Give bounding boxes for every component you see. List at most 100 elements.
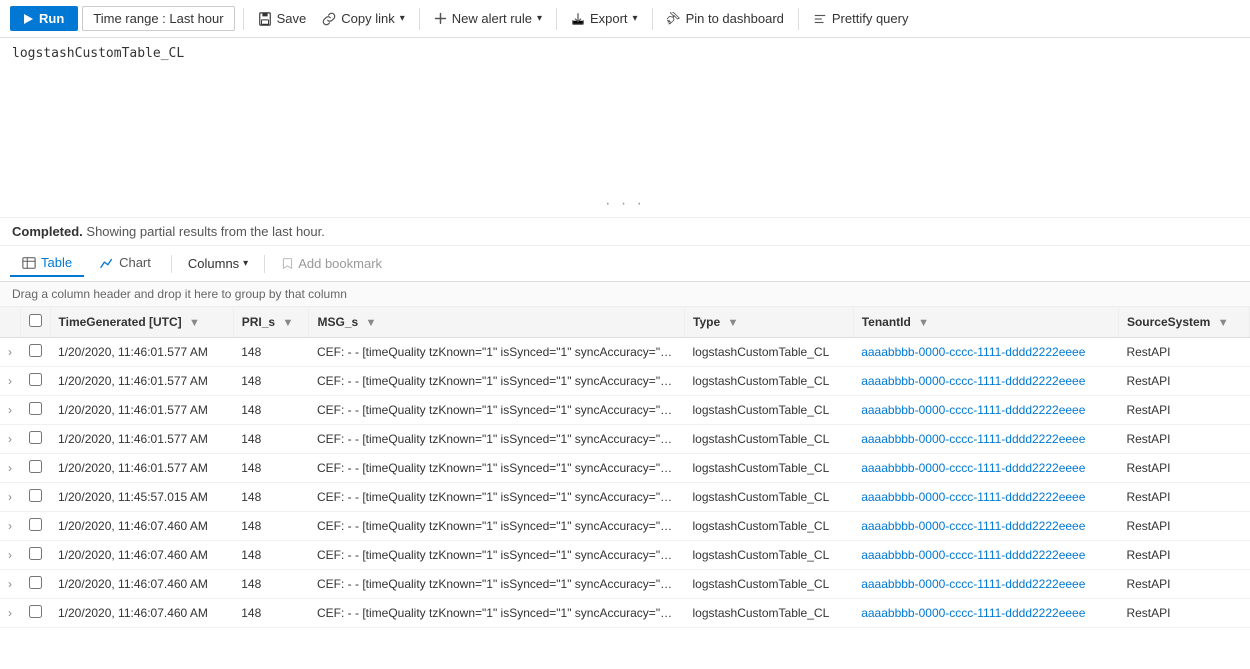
copy-link-button[interactable]: Copy link ▾ [316,7,411,30]
pin-icon [667,12,681,26]
row-expand-6[interactable]: › [0,512,20,541]
row-expand-9[interactable]: › [0,599,20,628]
col-type-filter-icon[interactable]: ▼ [727,317,738,329]
results-table: TimeGenerated [UTC] ▼ PRI_s ▼ MSG_s ▼ Ty… [0,307,1250,628]
row-expand-8[interactable]: › [0,570,20,599]
row-checkbox-8[interactable] [29,576,42,589]
row-msg-4: CEF: - - [timeQuality tzKnown="1" isSync… [309,454,685,483]
expand-btn-1[interactable]: › [8,374,12,388]
time-range-button[interactable]: Time range : Last hour [82,6,234,31]
row-msg-3: CEF: - - [timeQuality tzKnown="1" isSync… [309,425,685,454]
new-alert-chevron: ▾ [537,13,542,24]
chart-icon [100,256,114,270]
row-checkbox-5[interactable] [29,489,42,502]
tab-chart[interactable]: Chart [88,250,163,277]
col-source-filter-icon[interactable]: ▼ [1218,317,1229,329]
row-checkbox-1[interactable] [29,373,42,386]
row-tenant-4: aaaabbbb-0000-cccc-1111-dddd2222eeee [853,454,1118,483]
row-cb-5[interactable] [20,483,50,512]
prettify-query-button[interactable]: Prettify query [807,7,915,30]
row-expand-1[interactable]: › [0,367,20,396]
col-time-filter-icon[interactable]: ▼ [189,317,200,329]
row-cb-2[interactable] [20,396,50,425]
row-checkbox-7[interactable] [29,547,42,560]
expand-btn-7[interactable]: › [8,548,12,562]
prettify-label: Prettify query [832,11,909,26]
query-area[interactable]: logstashCustomTable_CL · · · [0,38,1250,218]
row-expand-0[interactable]: › [0,338,20,367]
row-cb-3[interactable] [20,425,50,454]
save-icon [258,12,272,26]
row-pri-5: 148 [233,483,309,512]
row-type-3: logstashCustomTable_CL [685,425,854,454]
run-button[interactable]: Run [10,6,78,31]
row-expand-4[interactable]: › [0,454,20,483]
export-label: Export [590,11,628,26]
query-text[interactable]: logstashCustomTable_CL [12,46,1238,61]
pin-dashboard-label: Pin to dashboard [686,11,784,26]
row-checkbox-4[interactable] [29,460,42,473]
row-checkbox-3[interactable] [29,431,42,444]
expand-btn-8[interactable]: › [8,577,12,591]
row-checkbox-2[interactable] [29,402,42,415]
row-cb-9[interactable] [20,599,50,628]
run-label: Run [39,11,64,26]
resize-handle[interactable]: · · · [605,195,645,213]
row-expand-3[interactable]: › [0,425,20,454]
expand-btn-3[interactable]: › [8,432,12,446]
pin-to-dashboard-button[interactable]: Pin to dashboard [661,7,790,30]
row-msg-2: CEF: - - [timeQuality tzKnown="1" isSync… [309,396,685,425]
tab-chart-label: Chart [119,255,151,270]
new-alert-button[interactable]: New alert rule ▾ [428,7,548,30]
link-icon [322,12,336,26]
add-bookmark-button[interactable]: Add bookmark [273,252,390,275]
col-msg-filter-icon[interactable]: ▼ [366,317,377,329]
row-msg-8: CEF: - - [timeQuality tzKnown="1" isSync… [309,570,685,599]
export-button[interactable]: Export ▾ [565,7,644,30]
row-msg-7: CEF: - - [timeQuality tzKnown="1" isSync… [309,541,685,570]
row-cb-4[interactable] [20,454,50,483]
save-button[interactable]: Save [252,7,313,30]
expand-btn-6[interactable]: › [8,519,12,533]
col-header-pri: PRI_s ▼ [233,307,309,338]
expand-btn-9[interactable]: › [8,606,12,620]
table-row: › 1/20/2020, 11:46:01.577 AM 148 CEF: - … [0,338,1250,367]
row-expand-5[interactable]: › [0,483,20,512]
row-cb-6[interactable] [20,512,50,541]
table-row: › 1/20/2020, 11:46:07.460 AM 148 CEF: - … [0,599,1250,628]
col-type-label: Type [693,315,720,329]
row-time-4: 1/20/2020, 11:46:01.577 AM [50,454,233,483]
select-all-checkbox[interactable] [29,314,42,327]
row-checkbox-9[interactable] [29,605,42,618]
expand-btn-0[interactable]: › [8,345,12,359]
columns-label: Columns [188,256,239,271]
new-alert-label: New alert rule [452,11,532,26]
columns-button[interactable]: Columns ▾ [180,252,256,275]
row-cb-1[interactable] [20,367,50,396]
table-row: › 1/20/2020, 11:46:07.460 AM 148 CEF: - … [0,512,1250,541]
bookmark-icon [281,257,294,270]
separator-4 [652,8,653,30]
expand-btn-2[interactable]: › [8,403,12,417]
row-tenant-6: aaaabbbb-0000-cccc-1111-dddd2222eeee [853,512,1118,541]
separator-1 [243,8,244,30]
row-expand-7[interactable]: › [0,541,20,570]
row-cb-0[interactable] [20,338,50,367]
row-cb-8[interactable] [20,570,50,599]
copy-link-label: Copy link [341,11,394,26]
expand-btn-4[interactable]: › [8,461,12,475]
col-pri-filter-icon[interactable]: ▼ [282,317,293,329]
row-checkbox-6[interactable] [29,518,42,531]
row-time-7: 1/20/2020, 11:46:07.460 AM [50,541,233,570]
col-tenant-filter-icon[interactable]: ▼ [918,317,929,329]
tab-table[interactable]: Table [10,250,84,277]
row-cb-7[interactable] [20,541,50,570]
row-source-7: RestAPI [1118,541,1249,570]
row-time-2: 1/20/2020, 11:46:01.577 AM [50,396,233,425]
expand-btn-5[interactable]: › [8,490,12,504]
status-prefix: Completed. [12,224,83,239]
row-expand-2[interactable]: › [0,396,20,425]
row-tenant-9: aaaabbbb-0000-cccc-1111-dddd2222eeee [853,599,1118,628]
col-tenant-label: TenantId [862,315,911,329]
row-checkbox-0[interactable] [29,344,42,357]
